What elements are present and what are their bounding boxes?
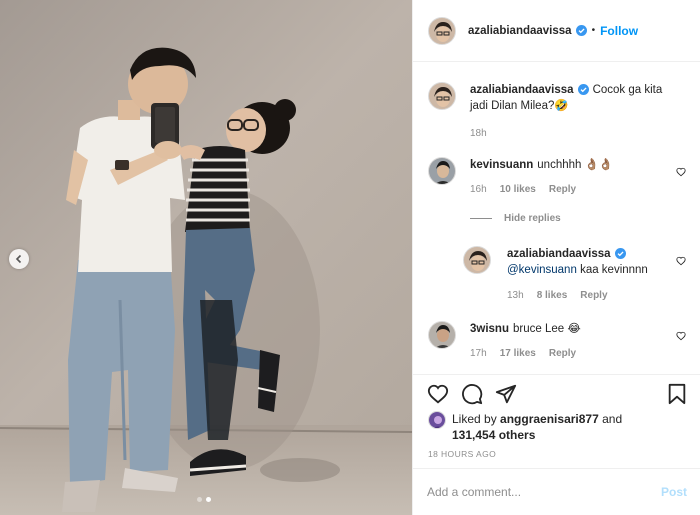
comment-text: 3wisnu bruce Lee 😂: [470, 321, 581, 337]
verified-icon: [614, 248, 626, 259]
reply-avatar-image: [464, 247, 490, 273]
comment-item: 3wisnu bruce Lee 😂 17h 17 likes Reply: [428, 321, 581, 359]
comment-item: kevinsuann unchhhh 👌🏽👌🏽 16h 10 likes Repl…: [428, 157, 613, 195]
comments-section: azaliabiandaavissa Cocok ga kita jadi Dil…: [413, 63, 700, 373]
liked-by: Liked by anggraenisari877 and 131,454 ot…: [428, 411, 622, 443]
caption-username[interactable]: azaliabiandaavissa: [470, 84, 574, 96]
comment-time: 17h: [470, 348, 487, 359]
reply-reply-button[interactable]: Reply: [580, 290, 607, 301]
reply-button[interactable]: Reply: [549, 184, 576, 195]
comment-username[interactable]: 3wisnu: [470, 323, 509, 335]
reply-username[interactable]: azaliabiandaavissa: [507, 248, 611, 260]
commenter-avatar-image: [429, 158, 455, 184]
comment-time: 16h: [470, 184, 487, 195]
chevron-left-icon: [15, 254, 22, 264]
post-header: azaliabiandaavissa • Follow: [413, 0, 700, 62]
liker-avatar-image: [429, 412, 445, 428]
post-sidebar: azaliabiandaavissa • Follow azaliabianda…: [412, 0, 700, 515]
hide-replies-button[interactable]: Hide replies: [470, 213, 561, 224]
small-heart-icon[interactable]: [676, 167, 686, 177]
liked-by-and: and: [602, 412, 623, 426]
heart-icon[interactable]: [427, 383, 449, 405]
reply-likes[interactable]: 8 likes: [537, 290, 568, 301]
author-username[interactable]: azaliabiandaavissa: [468, 25, 572, 37]
carousel-dot: [197, 497, 202, 502]
comment-username[interactable]: kevinsuann: [470, 159, 533, 171]
separator-dot: •: [591, 25, 596, 36]
liked-by-text: Liked by anggraenisari877 and 131,454 ot…: [452, 411, 622, 443]
comment-icon[interactable]: [461, 383, 483, 405]
comment-likes[interactable]: 17 likes: [500, 348, 536, 359]
reply-text: azaliabiandaavissa @kevinsuann kaa kevin…: [507, 246, 677, 278]
author-avatar[interactable]: [428, 16, 456, 45]
commenter-avatar-image: [429, 322, 455, 348]
reply-body: kaa kevinnnn: [580, 264, 648, 276]
commenter-avatar[interactable]: [428, 321, 456, 349]
action-bar: [413, 374, 700, 410]
commenter-avatar[interactable]: [428, 157, 456, 185]
comment-meta: 16h 10 likes Reply: [470, 184, 613, 195]
reply-mention[interactable]: @kevinsuann: [507, 264, 577, 276]
carousel-indicator: [197, 497, 211, 502]
liked-by-prefix: Liked by: [452, 412, 497, 426]
reply-button[interactable]: Reply: [549, 348, 576, 359]
share-icon[interactable]: [495, 383, 517, 405]
photo-scene: [0, 0, 412, 515]
comment-meta: 17h 17 likes Reply: [470, 348, 581, 359]
author-avatar-image: [429, 17, 455, 44]
comment-input[interactable]: [427, 485, 661, 499]
carousel-prev-button[interactable]: [9, 249, 29, 269]
hide-replies-line: [470, 218, 492, 219]
comment-form: Post: [413, 468, 700, 515]
comment-body: unchhhh 👌🏽👌🏽: [537, 159, 614, 171]
verified-icon: [575, 25, 587, 36]
comment-likes[interactable]: 10 likes: [500, 184, 536, 195]
reply-item: azaliabiandaavissa @kevinsuann kaa kevin…: [463, 246, 677, 301]
comment-text: kevinsuann unchhhh 👌🏽👌🏽: [470, 157, 613, 173]
post-timestamp[interactable]: 18 HOURS AGO: [428, 449, 496, 459]
post-photo[interactable]: [0, 0, 412, 515]
small-heart-icon[interactable]: [676, 331, 686, 341]
liked-by-user[interactable]: anggraenisari877: [500, 412, 599, 426]
post-comment-button[interactable]: Post: [661, 485, 687, 499]
caption-avatar[interactable]: [428, 82, 456, 110]
caption: azaliabiandaavissa Cocok ga kita jadi Dil…: [428, 82, 686, 139]
caption-avatar-image: [429, 83, 455, 109]
liker-avatar[interactable]: [428, 411, 446, 429]
caption-text: azaliabiandaavissa Cocok ga kita jadi Dil…: [470, 82, 670, 114]
follow-button[interactable]: Follow: [600, 24, 638, 38]
small-heart-icon[interactable]: [676, 256, 686, 266]
comment-body: bruce Lee 😂: [512, 323, 581, 335]
reply-time: 13h: [507, 290, 524, 301]
bookmark-icon[interactable]: [667, 383, 687, 405]
reply-avatar[interactable]: [463, 246, 491, 274]
reply-meta: 13h 8 likes Reply: [507, 290, 677, 301]
caption-meta: 18h: [470, 128, 670, 139]
caption-time: 18h: [470, 128, 487, 139]
carousel-dot-active: [206, 497, 211, 502]
verified-icon: [577, 84, 589, 95]
hide-replies-label: Hide replies: [504, 213, 561, 224]
liked-by-count[interactable]: 131,454 others: [452, 428, 535, 442]
